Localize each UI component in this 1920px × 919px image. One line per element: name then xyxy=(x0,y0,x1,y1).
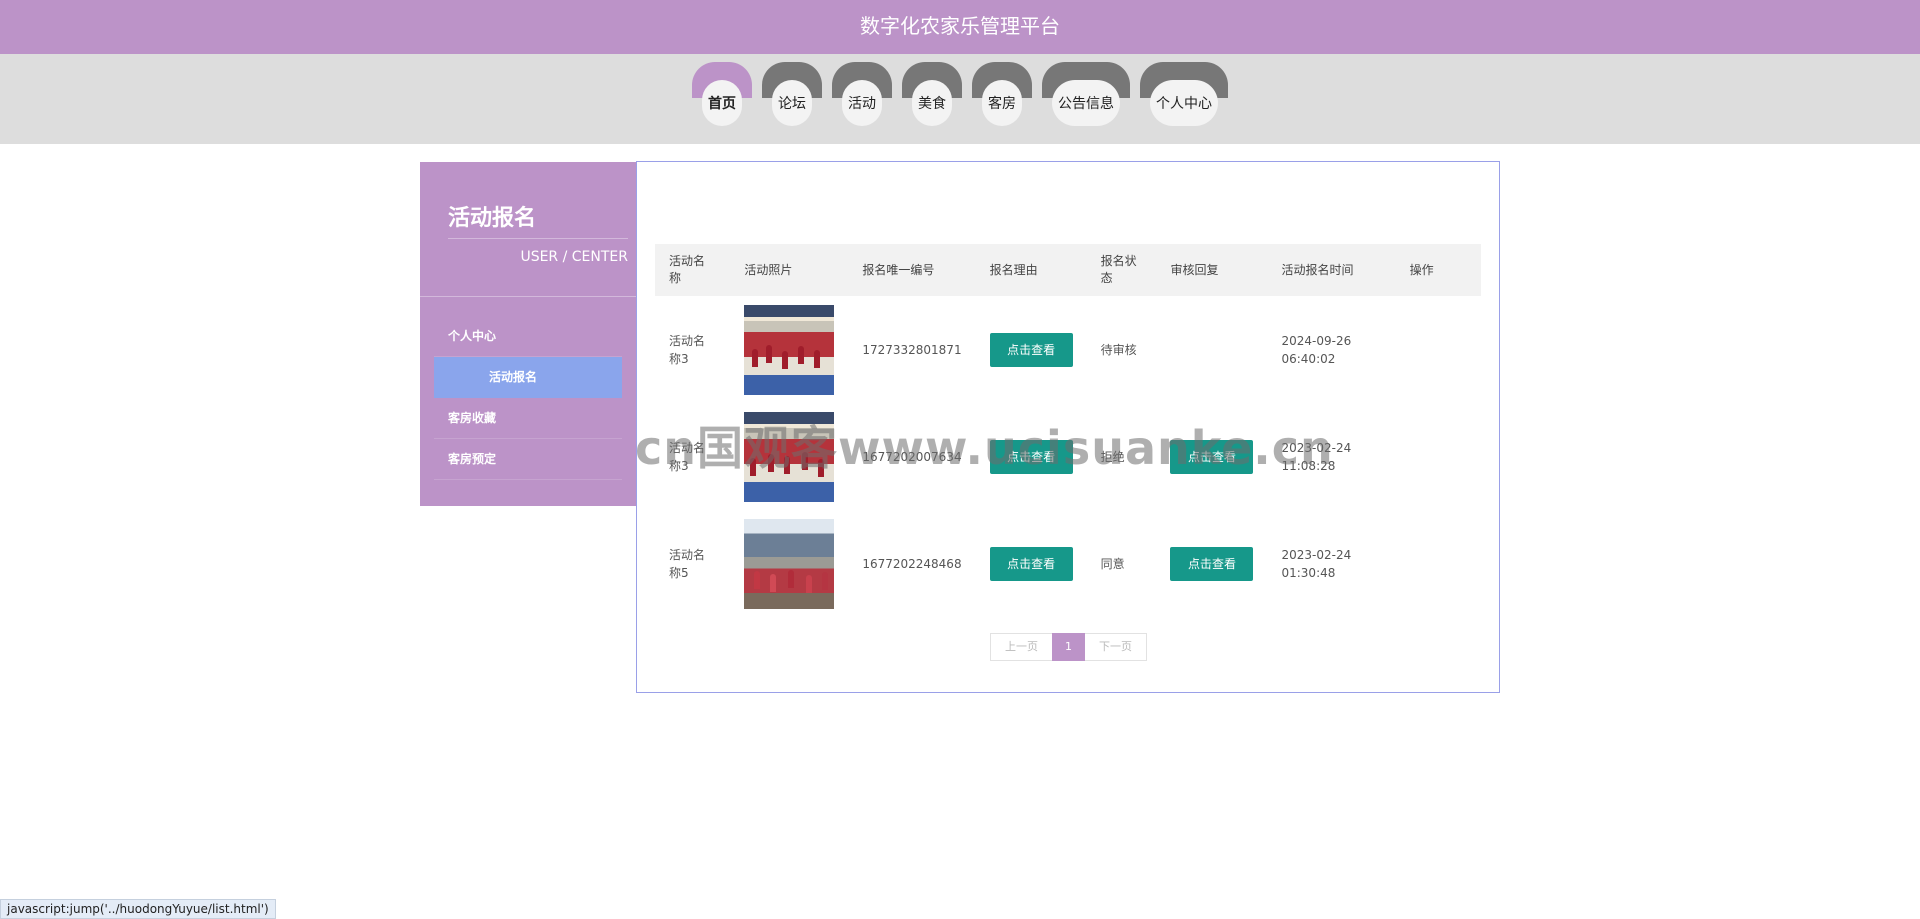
page-1-button[interactable]: 1 xyxy=(1052,633,1085,661)
cell-status: 待审核 xyxy=(1100,342,1137,357)
cell-op xyxy=(1396,510,1481,617)
activity-photo[interactable] xyxy=(744,518,835,609)
col-header-time: 活动报名时间 xyxy=(1281,262,1354,277)
col-header-reply: 审核回复 xyxy=(1170,262,1219,277)
cell-reason: 点击查看 xyxy=(976,296,1087,403)
table-row: 活动名称5 1677202248468 点击查看 同意 点击查看 2023-02… xyxy=(655,510,1481,617)
table-row: 活动名称3 1727332801871 点击查看 待审核 2024-09-26 … xyxy=(655,296,1481,403)
nav-item-label: 公告信息 xyxy=(1052,80,1120,126)
cell-activity-name: 活动名称5 xyxy=(669,547,706,580)
cell-signup-id: 1727332801871 xyxy=(862,342,962,357)
cell-reply: 点击查看 xyxy=(1156,510,1267,617)
cell-activity-name: 活动名称3 xyxy=(669,333,706,366)
cell-reason: 点击查看 xyxy=(976,510,1087,617)
sidebar-menu: 个人中心 活动报名 客房收藏 客房预定 xyxy=(434,316,622,480)
cell-op xyxy=(1396,296,1481,403)
cell-photo xyxy=(730,510,848,617)
col-header-reason: 报名理由 xyxy=(989,262,1038,277)
nav-item-label: 活动 xyxy=(842,80,882,126)
cell-reply xyxy=(1156,296,1267,403)
nav-item-label: 美食 xyxy=(912,80,952,126)
sidebar-subtitle: USER / CENTER xyxy=(520,249,628,265)
col-header-op: 操作 xyxy=(1409,262,1434,277)
sidebar-divider xyxy=(420,296,636,297)
watermark-text: cn国观客www.ucisuanke.cn xyxy=(635,421,1334,475)
view-reply-button[interactable]: 点击查看 xyxy=(1170,546,1254,581)
nav-item-notices[interactable]: 公告信息 xyxy=(1042,62,1130,126)
col-header-id: 报名唯一编号 xyxy=(862,262,935,277)
col-header-photo: 活动照片 xyxy=(744,262,793,277)
site-header: 数字化农家乐管理平台 xyxy=(0,0,1920,54)
cell-status: 同意 xyxy=(1100,556,1125,571)
nav-item-label: 论坛 xyxy=(772,80,812,126)
cell-op xyxy=(1396,403,1481,510)
cell-photo xyxy=(730,296,848,403)
nav-item-activity[interactable]: 活动 xyxy=(832,62,892,126)
main-nav: 首页 论坛 活动 美食 客房 公告信息 个人中心 xyxy=(0,62,1920,130)
view-reason-button[interactable]: 点击查看 xyxy=(989,332,1073,367)
browser-status-bar: javascript:jump('../huodongYuyue/list.ht… xyxy=(0,899,276,919)
prev-page-button[interactable]: 上一页 xyxy=(990,633,1052,661)
sidebar-title: 活动报名 xyxy=(448,206,537,231)
sidebar: 活动报名 USER / CENTER 个人中心 活动报名 客房收藏 客房预定 xyxy=(420,162,636,506)
nav-item-food[interactable]: 美食 xyxy=(902,62,962,126)
sidebar-subtitle-wrap: USER / CENTER xyxy=(448,238,628,265)
sidebar-item-activity-signup[interactable]: 活动报名 xyxy=(434,357,622,398)
activity-photo[interactable] xyxy=(744,304,835,395)
sidebar-item-room-favorites[interactable]: 客房收藏 xyxy=(434,398,622,439)
nav-item-home[interactable]: 首页 xyxy=(692,62,752,126)
cell-time: 2023-02-24 01:30:48 xyxy=(1281,547,1352,580)
table-header-row: 活动名称 活动照片 报名唯一编号 报名理由 报名状态 审核回复 活动报名时间 操… xyxy=(655,244,1481,296)
view-reason-button[interactable]: 点击查看 xyxy=(989,546,1073,581)
sidebar-item-user-center[interactable]: 个人中心 xyxy=(434,316,622,357)
cell-time: 2024-09-26 06:40:02 xyxy=(1281,333,1352,366)
sidebar-item-room-booking[interactable]: 客房预定 xyxy=(434,439,622,480)
col-header-name: 活动名称 xyxy=(669,254,706,285)
pagination: 上一页 1 下一页 xyxy=(990,633,1147,661)
nav-item-label: 客房 xyxy=(982,80,1022,126)
nav-item-label: 个人中心 xyxy=(1150,80,1218,126)
nav-item-user-center[interactable]: 个人中心 xyxy=(1140,62,1228,126)
site-title: 数字化农家乐管理平台 xyxy=(860,14,1060,38)
next-page-button[interactable]: 下一页 xyxy=(1085,633,1147,661)
col-header-status: 报名状态 xyxy=(1100,254,1137,285)
nav-item-rooms[interactable]: 客房 xyxy=(972,62,1032,126)
nav-item-label: 首页 xyxy=(702,80,742,126)
cell-signup-id: 1677202248468 xyxy=(862,556,962,571)
nav-item-forum[interactable]: 论坛 xyxy=(762,62,822,126)
